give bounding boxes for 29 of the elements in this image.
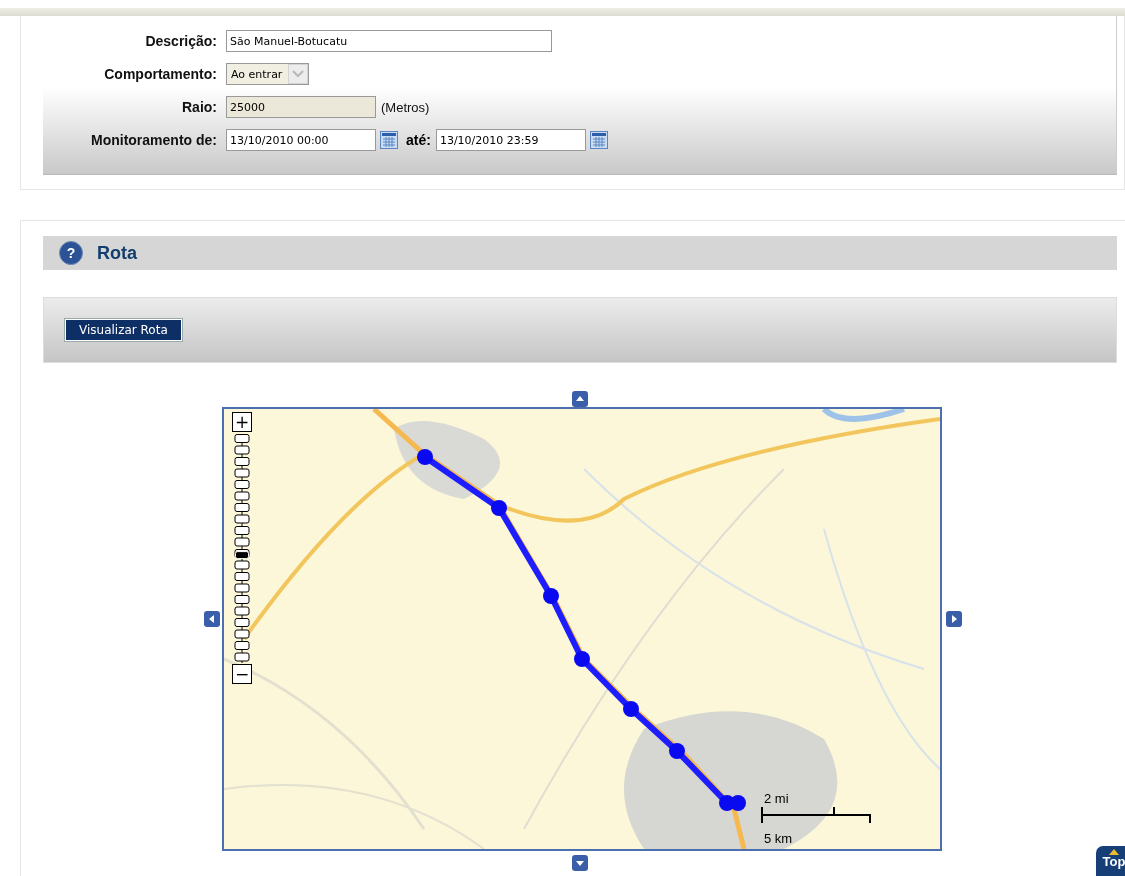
scale-label: 5 km [764, 831, 793, 846]
scale-label: 2 mi [764, 791, 789, 806]
back-to-top-button[interactable]: Top [1096, 846, 1125, 876]
field-label: até: [406, 132, 431, 148]
pan-right-icon[interactable] [946, 611, 962, 627]
chevron-icon [288, 64, 309, 84]
view-route-button[interactable]: Visualizar Rota [65, 319, 182, 341]
section-title: Rota [97, 242, 137, 264]
calendar-icon[interactable] [589, 131, 608, 149]
field-label: Monitoramento de: [90, 132, 218, 148]
radius-field[interactable]: 25000 [226, 96, 376, 118]
zoom-out-button[interactable]: − [232, 664, 252, 684]
zoom-in-button[interactable]: + [232, 412, 252, 432]
pan-down-icon[interactable] [572, 855, 588, 871]
field-label: Raio: [181, 99, 218, 115]
description-field[interactable]: São Manuel-Botucatu [226, 30, 552, 52]
pan-up-icon[interactable] [572, 391, 588, 407]
behavior-dropdown[interactable]: Ao entrar [226, 63, 310, 85]
unit-label: (Metros) [381, 99, 430, 115]
zoom-thumb[interactable] [235, 551, 249, 560]
caret-icon [1109, 849, 1119, 855]
pan-left-icon[interactable] [204, 611, 220, 627]
calendar-icon[interactable] [380, 131, 398, 149]
date-field[interactable]: 13/10/2010 00:00 [226, 129, 376, 151]
field-label: Descrição: [144, 33, 218, 49]
date-field[interactable]: 13/10/2010 23:59 [435, 129, 586, 151]
help-button[interactable]: ? [59, 241, 83, 265]
zoom-slider[interactable] [233, 433, 251, 663]
field-label: Comportamento: [103, 66, 218, 82]
